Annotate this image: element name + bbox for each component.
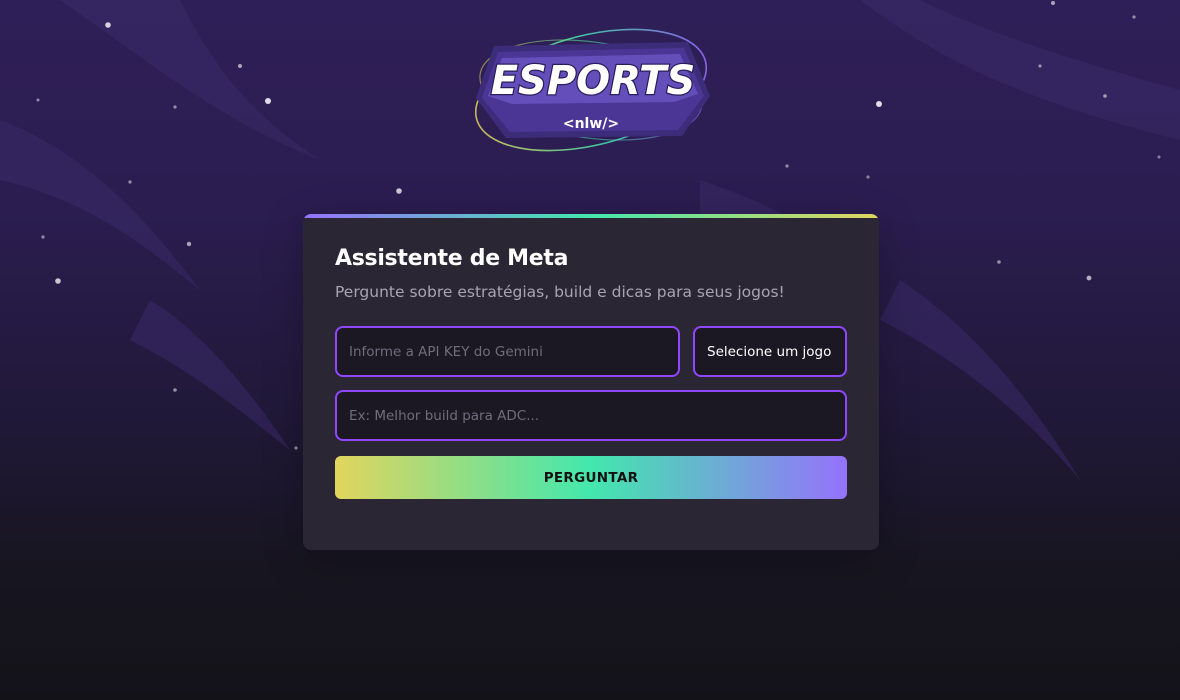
card-title: Assistente de Meta xyxy=(335,246,569,271)
question-input[interactable] xyxy=(335,390,847,441)
logo-tag: <nlw/> xyxy=(563,116,619,132)
esports-nlw-logo: ESPORTS <nlw/> xyxy=(474,28,710,152)
meta-assistant-card: Assistente de Meta Pergunte sobre estrat… xyxy=(303,214,879,550)
logo-wordmark: ESPORTS xyxy=(491,58,696,104)
game-select[interactable]: Selecione um jogo xyxy=(693,326,847,377)
card-gradient-border xyxy=(303,214,879,218)
game-select-value: Selecione um jogo xyxy=(707,343,832,360)
ask-button[interactable]: PERGUNTAR xyxy=(335,456,847,499)
card-subtitle: Pergunte sobre estratégias, build e dica… xyxy=(335,283,785,301)
api-key-input[interactable] xyxy=(335,326,680,377)
